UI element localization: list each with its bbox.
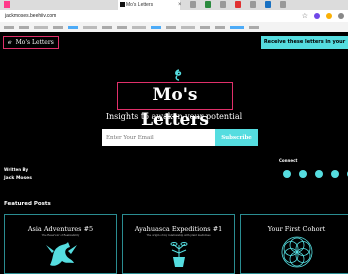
tab-icon[interactable] xyxy=(220,1,226,8)
post-subtitle: The origin of my relationship with plant… xyxy=(146,234,211,237)
page: ℯ Mo's Letters Receive these letters in … xyxy=(0,32,348,274)
profile-icon[interactable] xyxy=(338,13,344,19)
post-title: Your First Cohort xyxy=(267,225,326,233)
bookmarks-bar xyxy=(0,22,348,32)
address-bar[interactable]: jackmoses.beehiiv.com ☆ xyxy=(0,10,348,22)
app-icon xyxy=(4,1,10,8)
hero-title-box: Mo's Letters xyxy=(117,82,233,130)
post-subtitle: The Reservoir of Realizability xyxy=(41,234,80,237)
site-brand-link[interactable]: ℯ Mo's Letters xyxy=(3,36,59,49)
bookmark-item[interactable] xyxy=(4,25,14,29)
author-name: Jack Moses xyxy=(4,176,32,181)
email-field[interactable] xyxy=(102,129,215,146)
social-icon[interactable] xyxy=(331,170,339,178)
social-links xyxy=(283,170,348,178)
bookmark-item[interactable] xyxy=(181,25,195,29)
plant-pot-icon xyxy=(170,242,187,267)
browser-chrome: Mo's Letters × jackmoses.beehiiv.com ☆ xyxy=(0,0,348,33)
bookmark-item[interactable] xyxy=(166,25,176,29)
post-title: Asia Adventures #5 xyxy=(27,225,94,233)
tab-icon[interactable] xyxy=(265,1,271,8)
swirl-logo-icon xyxy=(175,69,182,81)
bookmark-item[interactable] xyxy=(53,25,63,29)
tab-close-icon[interactable]: × xyxy=(178,0,182,10)
page-subtitle: Insights to awaken your potential xyxy=(105,112,243,121)
bookmark-item[interactable] xyxy=(151,25,161,29)
tab-icon[interactable] xyxy=(205,1,211,8)
mandala-icon xyxy=(281,236,312,268)
extension-icon[interactable] xyxy=(314,13,320,19)
bookmark-item[interactable] xyxy=(249,25,259,29)
social-icon[interactable] xyxy=(283,170,291,178)
post-card[interactable]: Ayahuasca Expeditions #1 The origin of m… xyxy=(122,214,235,274)
bookmark-item[interactable] xyxy=(230,25,244,29)
featured-posts-heading: Featured Posts xyxy=(4,201,51,207)
post-card[interactable]: Your First Cohort xyxy=(240,214,348,274)
tab-icon[interactable] xyxy=(250,1,256,8)
tab-mos-letters[interactable]: Mo's Letters xyxy=(118,0,180,10)
post-card[interactable]: Asia Adventures #5 The Reservoir of Real… xyxy=(4,214,117,274)
address-bar-actions: ☆ xyxy=(302,13,344,20)
bookmark-item[interactable] xyxy=(117,25,127,29)
page-title: Mo's Letters xyxy=(141,85,209,130)
bookmark-item[interactable] xyxy=(34,25,48,29)
url-text[interactable]: jackmoses.beehiiv.com xyxy=(5,10,56,22)
tab-strip: Mo's Letters × xyxy=(0,0,348,10)
extension-icon[interactable] xyxy=(326,13,332,19)
social-icon[interactable] xyxy=(315,170,323,178)
subscribe-button[interactable]: Subscribe xyxy=(215,129,258,146)
receive-letters-button[interactable]: Receive these letters in your inbox xyxy=(261,36,348,58)
tab-strip-icons xyxy=(190,1,286,8)
bookmark-item[interactable] xyxy=(19,25,29,29)
brand-name: Mo's Letters xyxy=(15,39,54,46)
bookmark-item[interactable] xyxy=(200,25,210,29)
dragon-icon xyxy=(45,242,77,266)
bookmark-item[interactable] xyxy=(68,25,78,29)
bookmark-item[interactable] xyxy=(83,25,97,29)
written-by-label: Written By xyxy=(4,167,29,172)
bookmark-item[interactable] xyxy=(132,25,146,29)
tab-icon[interactable] xyxy=(190,1,196,8)
tab-icon[interactable] xyxy=(235,1,241,8)
bookmark-item[interactable] xyxy=(215,25,225,29)
post-title: Ayahuasca Expeditions #1 xyxy=(134,225,223,233)
connect-label: Connect xyxy=(279,158,298,163)
brand-logo-icon: ℯ xyxy=(8,39,12,46)
bookmark-star-icon[interactable]: ☆ xyxy=(302,13,308,20)
tab-icon[interactable] xyxy=(280,1,286,8)
bookmark-item[interactable] xyxy=(102,25,112,29)
social-icon[interactable] xyxy=(299,170,307,178)
